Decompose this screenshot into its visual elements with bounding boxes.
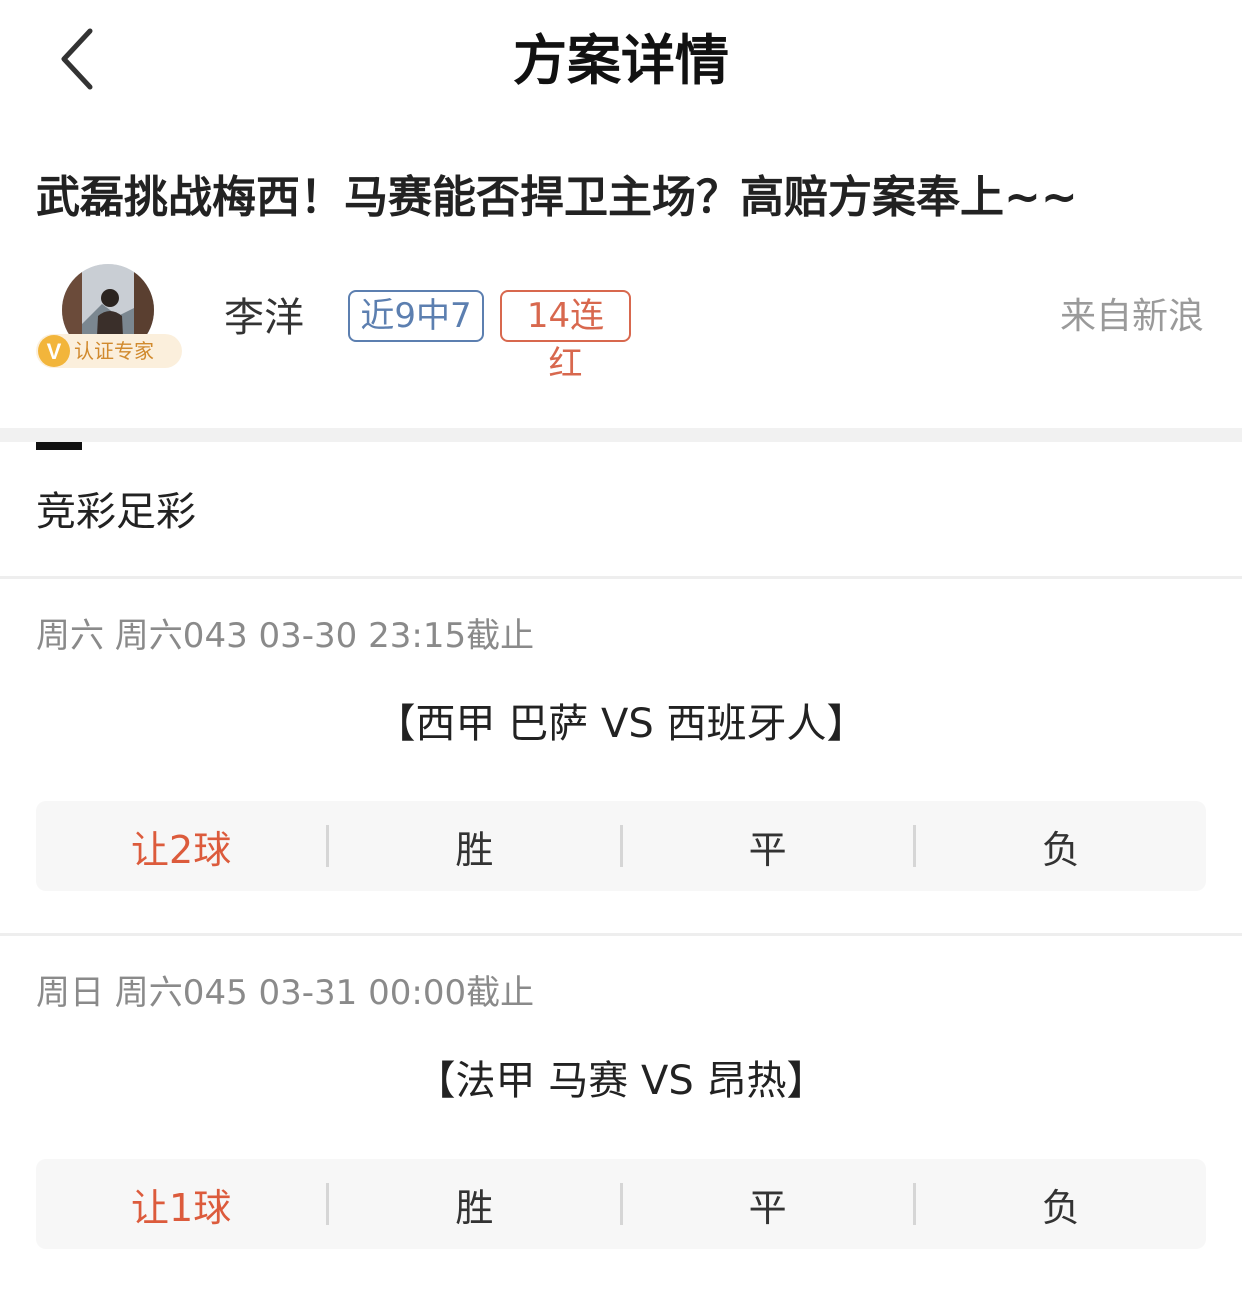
match-title: 【西甲 巴萨 VS 西班牙人】 <box>375 701 867 747</box>
navigation-bar: 方案详情 <box>0 0 1242 124</box>
page-title: 方案详情 <box>513 29 729 92</box>
win-streak-tag: 14连红 <box>500 290 631 384</box>
author-row: V 认证专家 李洋 近9中7 14连红 来自新浪 <box>0 262 1242 384</box>
odds-loss-option[interactable]: 负 <box>916 801 1206 891</box>
section-divider <box>0 428 1242 442</box>
verified-v-icon: V <box>36 334 72 368</box>
odds-win-option[interactable]: 胜 <box>329 801 619 891</box>
match-title: 【法甲 马赛 VS 昂热】 <box>415 1058 827 1104</box>
match-meta: 周日 周六045 03-31 00:00截止 <box>36 973 535 1013</box>
odds-draw-option[interactable]: 平 <box>623 1159 913 1249</box>
odds-bar: 让2球 胜 平 负 <box>36 801 1206 891</box>
odds-bar: 让1球 胜 平 负 <box>36 1159 1206 1249</box>
odds-win-option[interactable]: 胜 <box>329 1159 619 1249</box>
tab-indicator <box>36 442 82 450</box>
hit-rate-tag: 近9中7 <box>348 290 484 342</box>
author-name[interactable]: 李洋 <box>224 292 304 344</box>
odds-loss-option[interactable]: 负 <box>916 1159 1206 1249</box>
handicap-label: 让2球 <box>131 827 232 872</box>
verified-badge-label: 认证专家 <box>74 339 154 363</box>
match-meta: 周六 周六043 03-30 23:15截止 <box>36 616 535 656</box>
source-label: 来自新浪 <box>1059 296 1204 337</box>
verified-expert-badge: V 认证专家 <box>36 334 182 368</box>
verify-letter: V <box>47 339 62 364</box>
handicap-label: 让1球 <box>131 1185 232 1230</box>
tab-jingcai-football[interactable]: 竞彩足彩 <box>36 484 196 540</box>
article-title: 武磊挑战梅西！马赛能否捍卫主场？高赔方案奉上~~ <box>36 172 1078 223</box>
divider <box>0 576 1242 579</box>
divider <box>0 933 1242 936</box>
odds-draw-option[interactable]: 平 <box>623 801 913 891</box>
